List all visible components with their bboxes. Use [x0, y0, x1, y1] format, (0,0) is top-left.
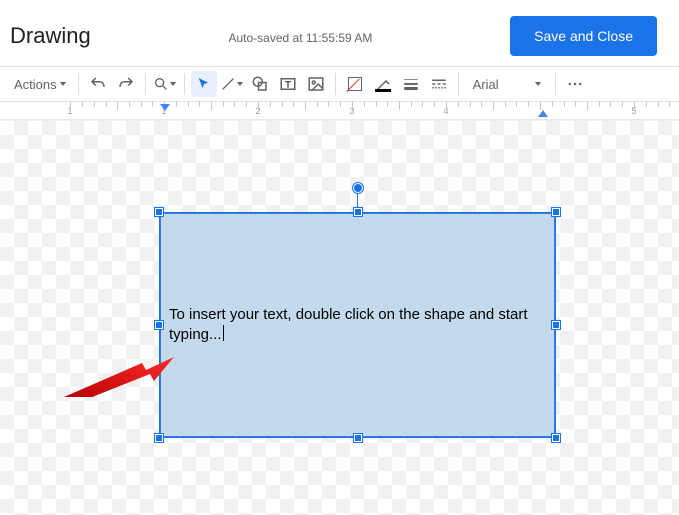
separator [184, 73, 185, 95]
redo-button[interactable] [113, 71, 139, 97]
drawing-canvas[interactable]: To insert your text, double click on the… [0, 120, 679, 515]
more-options-button[interactable] [562, 71, 588, 97]
separator [335, 73, 336, 95]
chevron-down-icon [170, 82, 176, 86]
horizontal-ruler[interactable]: 1 1 2 3 4 5 [0, 102, 679, 120]
resize-handle-nw[interactable] [155, 208, 163, 216]
textbox-tool[interactable] [275, 71, 301, 97]
text-caret [223, 325, 224, 341]
separator [458, 73, 459, 95]
fill-color-icon [348, 77, 362, 91]
actions-label: Actions [14, 77, 57, 92]
separator [145, 73, 146, 95]
resize-handle-n[interactable] [354, 208, 362, 216]
fill-color-button[interactable] [342, 71, 368, 97]
toolbar: Actions [0, 66, 679, 102]
chevron-down-icon [237, 82, 243, 86]
font-label: Arial [473, 77, 499, 92]
shape-text[interactable]: To insert your text, double click on the… [169, 305, 546, 346]
separator [78, 73, 79, 95]
zoom-button[interactable] [152, 71, 178, 97]
left-indent-marker[interactable] [160, 104, 170, 111]
save-and-close-button[interactable]: Save and Close [510, 16, 657, 56]
border-dash-button[interactable] [426, 71, 452, 97]
shape-tool[interactable] [247, 71, 273, 97]
resize-handle-s[interactable] [354, 434, 362, 442]
resize-handle-e[interactable] [552, 321, 560, 329]
border-color-icon [374, 75, 392, 93]
autosave-status: Auto-saved at 11:55:59 AM [228, 31, 372, 45]
resize-handle-sw[interactable] [155, 434, 163, 442]
dialog-title: Drawing [10, 23, 91, 49]
rectangle-shape[interactable]: To insert your text, double click on the… [160, 213, 555, 437]
selected-shape[interactable]: To insert your text, double click on the… [160, 213, 555, 437]
resize-handle-ne[interactable] [552, 208, 560, 216]
image-tool[interactable] [303, 71, 329, 97]
separator [555, 73, 556, 95]
right-indent-marker[interactable] [538, 110, 548, 117]
border-weight-button[interactable] [398, 71, 424, 97]
header: Drawing Auto-saved at 11:55:59 AM Save a… [0, 0, 679, 66]
font-family-select[interactable]: Arial [465, 71, 549, 97]
undo-button[interactable] [85, 71, 111, 97]
select-tool[interactable] [191, 71, 217, 97]
border-color-button[interactable] [370, 71, 396, 97]
actions-menu[interactable]: Actions [6, 71, 72, 97]
rotate-handle[interactable] [353, 183, 363, 193]
chevron-down-icon [60, 82, 66, 86]
annotation-arrow [64, 357, 174, 397]
resize-handle-w[interactable] [155, 321, 163, 329]
line-tool[interactable] [219, 71, 245, 97]
chevron-down-icon [535, 82, 541, 86]
resize-handle-se[interactable] [552, 434, 560, 442]
